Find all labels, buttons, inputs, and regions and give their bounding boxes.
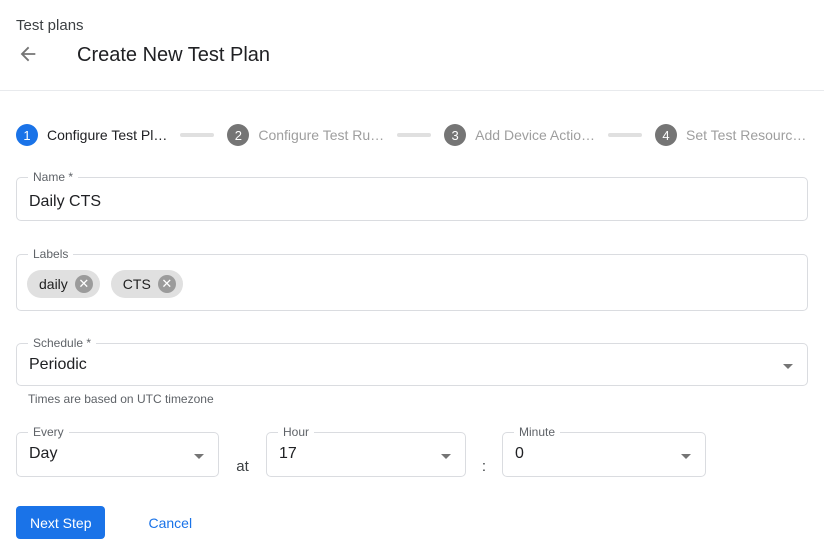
step-number-badge: 1 [16, 124, 38, 146]
schedule-value: Periodic [17, 344, 807, 374]
step-label: Set Test Resourc… [686, 127, 806, 143]
step-number-badge: 4 [655, 124, 677, 146]
labels-field[interactable]: Labels daily ✕ CTS ✕ [16, 254, 808, 311]
step-number-badge: 2 [227, 124, 249, 146]
at-text: at [219, 458, 266, 477]
schedule-hint: Times are based on UTC timezone [28, 392, 808, 406]
name-field: Name * [16, 177, 808, 221]
chip-text: daily [39, 276, 68, 292]
minute-select[interactable]: Minute 0 [502, 432, 706, 477]
schedule-select[interactable]: Schedule * Periodic [16, 343, 808, 386]
chip-remove-icon[interactable]: ✕ [75, 275, 93, 293]
stepper: 1 Configure Test Pl… 2 Configure Test Ru… [0, 119, 824, 151]
schedule-field-label: Schedule * [28, 336, 96, 350]
next-step-button[interactable]: Next Step [16, 506, 105, 539]
title-row: Create New Test Plan [0, 40, 824, 70]
step-label: Configure Test Ru… [258, 127, 384, 143]
arrow-left-icon [17, 43, 39, 68]
chip-remove-icon[interactable]: ✕ [158, 275, 176, 293]
stepper-step-add-device-actions[interactable]: 3 Add Device Actio… [444, 124, 595, 146]
step-label: Configure Test Pl… [47, 127, 167, 143]
chips-row: daily ✕ CTS ✕ [17, 255, 807, 298]
hour-field-label: Hour [278, 425, 314, 439]
minute-field-label: Minute [514, 425, 560, 439]
chip-text: CTS [123, 276, 151, 292]
every-select[interactable]: Every Day [16, 432, 219, 477]
label-chip-daily[interactable]: daily ✕ [27, 270, 100, 298]
caret-down-icon [783, 364, 793, 369]
caret-down-icon [441, 454, 451, 459]
labels-field-label: Labels [28, 247, 73, 261]
stepper-step-configure-test-plan[interactable]: 1 Configure Test Pl… [16, 124, 167, 146]
every-field-label: Every [28, 425, 69, 439]
periodic-schedule-row: Every Day at Hour 17 : Minute 0 [0, 432, 824, 477]
name-field-label: Name * [28, 170, 78, 184]
hour-select[interactable]: Hour 17 [266, 432, 466, 477]
caret-down-icon [194, 454, 204, 459]
back-button[interactable] [16, 43, 40, 67]
step-connector [180, 133, 214, 137]
step-connector [397, 133, 431, 137]
label-chip-cts[interactable]: CTS ✕ [111, 270, 183, 298]
name-input[interactable] [17, 178, 807, 220]
actions-row: Next Step Cancel [0, 506, 824, 539]
step-label: Add Device Actio… [475, 127, 595, 143]
header-divider [0, 90, 824, 91]
stepper-step-set-test-resources[interactable]: 4 Set Test Resourc… [655, 124, 806, 146]
caret-down-icon [681, 454, 691, 459]
page-title: Create New Test Plan [77, 44, 270, 67]
breadcrumb: Test plans [0, 0, 824, 34]
step-connector [608, 133, 642, 137]
stepper-step-configure-test-run[interactable]: 2 Configure Test Ru… [227, 124, 384, 146]
cancel-button[interactable]: Cancel [140, 509, 200, 537]
step-number-badge: 3 [444, 124, 466, 146]
colon-text: : [466, 458, 502, 477]
